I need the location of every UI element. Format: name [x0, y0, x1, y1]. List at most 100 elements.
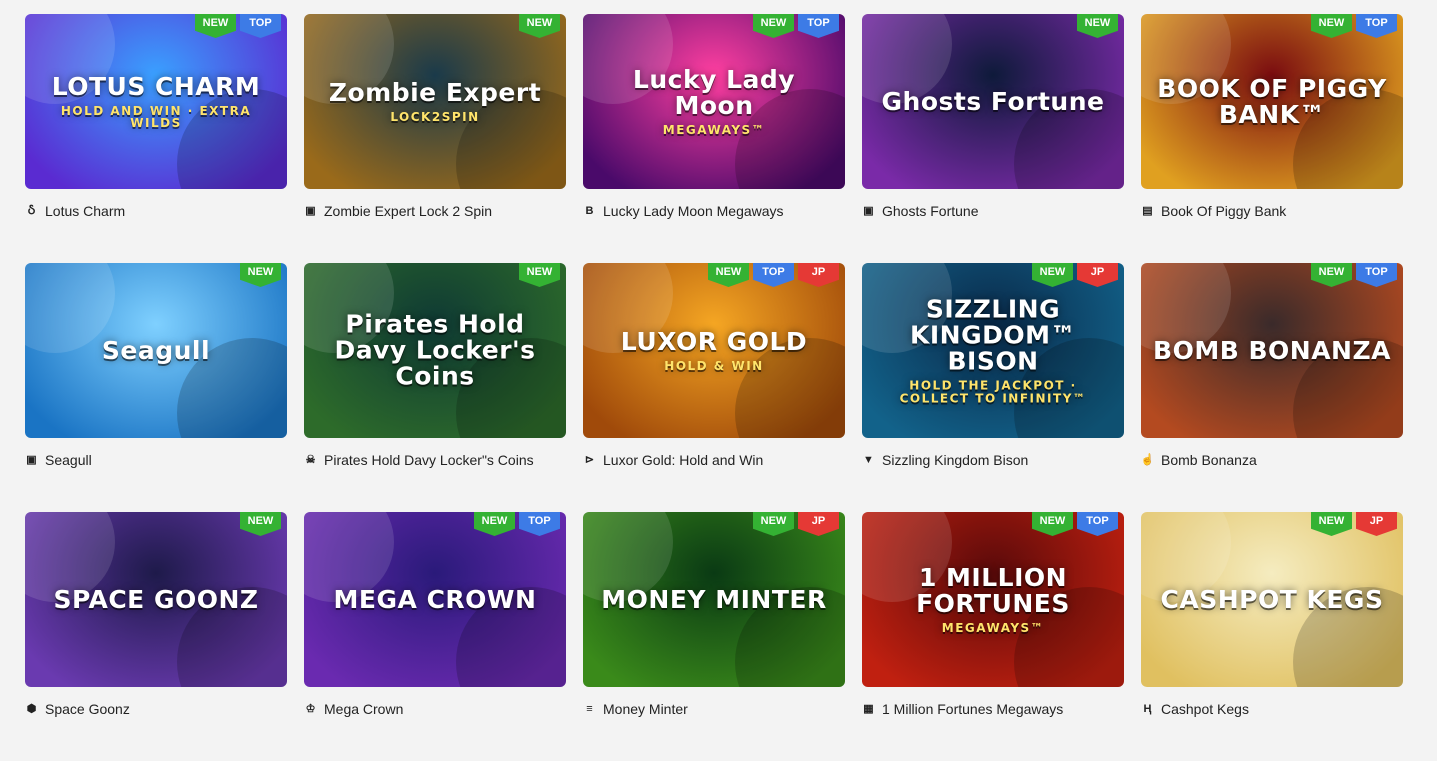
- top-badge: TOP: [519, 512, 560, 536]
- game-thumbnail[interactable]: Lucky Lady Moon MEGAWAYS™ NEW TOP: [583, 14, 845, 189]
- chevron-down-icon: ▼: [863, 453, 874, 466]
- game-art-title-text: CASHPOT KEGS: [1160, 584, 1384, 614]
- new-badge: NEW: [1311, 263, 1352, 287]
- game-name[interactable]: Lucky Lady Moon Megaways: [603, 203, 784, 219]
- game-thumbnail[interactable]: Ghosts Fortune NEW: [862, 14, 1124, 189]
- game-card[interactable]: BOMB BONANZA NEW TOP ☝ Bomb Bonanza: [1141, 263, 1403, 512]
- badge-group: NEW TOP: [195, 14, 281, 38]
- game-art-title-text: BOMB BONANZA: [1153, 335, 1391, 365]
- document-icon: ▤: [1142, 204, 1153, 217]
- jp-badge: JP: [798, 512, 839, 536]
- game-thumbnail[interactable]: CASHPOT KEGS NEW JP: [1141, 512, 1403, 687]
- game-card[interactable]: SPACE GOONZ NEW ⬢ Space Goonz: [25, 512, 287, 761]
- game-art-subtitle: HOLD & WIN: [664, 358, 764, 373]
- game-name[interactable]: Pirates Hold Davy Locker"s Coins: [324, 452, 534, 468]
- game-card[interactable]: LOTUS CHARM HOLD AND WIN · EXTRA WILDS NEW…: [25, 14, 287, 263]
- h-logo-icon: Ⱨ: [1143, 702, 1152, 715]
- game-name[interactable]: 1 Million Fortunes Megaways: [882, 701, 1063, 717]
- badge-group: NEW: [240, 263, 281, 287]
- game-name[interactable]: Ghosts Fortune: [882, 203, 979, 219]
- badge-group: NEW TOP: [474, 512, 560, 536]
- game-thumbnail[interactable]: Seagull NEW: [25, 263, 287, 438]
- game-card[interactable]: MONEY MINTER NEW JP ≡ Money Minter: [583, 512, 845, 761]
- grid-icon: ▦: [863, 702, 874, 715]
- cube-icon: ▣: [305, 204, 316, 217]
- new-badge: NEW: [753, 512, 794, 536]
- badge-group: NEW: [519, 14, 560, 38]
- game-name[interactable]: Money Minter: [603, 701, 688, 717]
- game-thumbnail[interactable]: MONEY MINTER NEW JP: [583, 512, 845, 687]
- game-caption: ♔ Mega Crown: [304, 701, 566, 717]
- game-name[interactable]: Zombie Expert Lock 2 Spin: [324, 203, 492, 219]
- game-art-title-text: MEGA CROWN: [333, 584, 537, 614]
- game-thumbnail[interactable]: Zombie Expert LOCK2SPIN NEW: [304, 14, 566, 189]
- game-name[interactable]: Seagull: [45, 452, 92, 468]
- game-card[interactable]: MEGA CROWN NEW TOP ♔ Mega Crown: [304, 512, 566, 761]
- game-art-title: LUXOR GOLD HOLD & WIN: [583, 328, 845, 373]
- game-card[interactable]: BOOK OF PIGGY BANK™ NEW TOP ▤ Book Of Piggy …: [1141, 14, 1403, 263]
- game-card[interactable]: Lucky Lady Moon MEGAWAYS™ NEW TOP B Lucky Lad…: [583, 14, 845, 263]
- game-card[interactable]: 1 MILLION FORTUNES MEGAWAYS™ NEW TOP ▦ 1 Mill…: [862, 512, 1124, 761]
- game-art-title: Pirates Hold Davy Locker's Coins: [304, 311, 566, 390]
- skull-icon: ☠: [305, 453, 316, 466]
- game-card[interactable]: Pirates Hold Davy Locker's Coins NEW ☠ Pira…: [304, 263, 566, 512]
- game-caption: ☝ Bomb Bonanza: [1141, 452, 1403, 468]
- game-name[interactable]: Mega Crown: [324, 701, 403, 717]
- game-name[interactable]: Luxor Gold: Hold and Win: [603, 452, 763, 468]
- game-name[interactable]: Book Of Piggy Bank: [1161, 203, 1286, 219]
- game-thumbnail[interactable]: SIZZLING KINGDOM™ BISON HOLD THE JACKPOT …: [862, 263, 1124, 438]
- game-name[interactable]: Bomb Bonanza: [1161, 452, 1257, 468]
- top-badge: TOP: [753, 263, 794, 287]
- new-badge: NEW: [1311, 14, 1352, 38]
- game-caption: ▼ Sizzling Kingdom Bison: [862, 452, 1124, 468]
- game-art-title-text: 1 MILLION FORTUNES: [916, 562, 1070, 618]
- crown-icon: ♔: [305, 702, 316, 715]
- game-thumbnail[interactable]: MEGA CROWN NEW TOP: [304, 512, 566, 687]
- game-art-title-text: Ghosts Fortune: [881, 86, 1105, 116]
- game-card[interactable]: SIZZLING KINGDOM™ BISON HOLD THE JACKPOT …: [862, 263, 1124, 512]
- game-art-title-text: Seagull: [101, 335, 211, 365]
- letter-b-icon: B: [585, 204, 594, 217]
- game-art-subtitle: HOLD AND WIN · EXTRA WILDS: [60, 103, 252, 131]
- new-badge: NEW: [753, 14, 794, 38]
- game-card[interactable]: Ghosts Fortune NEW ▣ Ghosts Fortune: [862, 14, 1124, 263]
- game-art-title: CASHPOT KEGS: [1141, 586, 1403, 612]
- game-art-title-text: BOOK OF PIGGY BANK™: [1157, 73, 1387, 129]
- game-art-title-text: Pirates Hold Davy Locker's Coins: [334, 309, 536, 391]
- game-caption: ▣ Ghosts Fortune: [862, 203, 1124, 219]
- game-thumbnail[interactable]: SPACE GOONZ NEW: [25, 512, 287, 687]
- badge-group: NEW: [1077, 14, 1118, 38]
- game-thumbnail[interactable]: LUXOR GOLD HOLD & WIN NEW TOP JP: [583, 263, 845, 438]
- game-thumbnail[interactable]: 1 MILLION FORTUNES MEGAWAYS™ NEW TOP: [862, 512, 1124, 687]
- game-card[interactable]: Zombie Expert LOCK2SPIN NEW ▣ Zombie Expert …: [304, 14, 566, 263]
- game-art-title-text: Zombie Expert: [328, 77, 542, 107]
- game-thumbnail[interactable]: LOTUS CHARM HOLD AND WIN · EXTRA WILDS NEW…: [25, 14, 287, 189]
- new-badge: NEW: [519, 14, 560, 38]
- game-caption: ⊳ Luxor Gold: Hold and Win: [583, 452, 845, 468]
- game-name[interactable]: Lotus Charm: [45, 203, 125, 219]
- game-thumbnail[interactable]: BOOK OF PIGGY BANK™ NEW TOP: [1141, 14, 1403, 189]
- game-thumbnail[interactable]: Pirates Hold Davy Locker's Coins NEW: [304, 263, 566, 438]
- game-name[interactable]: Space Goonz: [45, 701, 130, 717]
- new-badge: NEW: [240, 263, 281, 287]
- game-name[interactable]: Sizzling Kingdom Bison: [882, 452, 1028, 468]
- game-card[interactable]: CASHPOT KEGS NEW JP Ⱨ Cashpot Kegs: [1141, 512, 1403, 761]
- game-card[interactable]: LUXOR GOLD HOLD & WIN NEW TOP JP ⊳ Luxor Gold:…: [583, 263, 845, 512]
- new-badge: NEW: [1032, 512, 1073, 536]
- new-badge: NEW: [240, 512, 281, 536]
- game-caption: ▣ Zombie Expert Lock 2 Spin: [304, 203, 566, 219]
- cube-icon: ▣: [26, 453, 37, 466]
- game-card[interactable]: Seagull NEW ▣ Seagull: [25, 263, 287, 512]
- game-caption: Ⱨ Cashpot Kegs: [1141, 701, 1403, 717]
- badge-group: NEW TOP JP: [708, 263, 839, 287]
- badge-group: NEW TOP: [1311, 263, 1397, 287]
- game-art-title: BOMB BONANZA: [1141, 337, 1403, 363]
- game-thumbnail[interactable]: BOMB BONANZA NEW TOP: [1141, 263, 1403, 438]
- game-art-title: LOTUS CHARM HOLD AND WIN · EXTRA WILDS: [25, 73, 287, 131]
- stripes-icon: ≡: [586, 702, 593, 715]
- jp-badge: JP: [1077, 263, 1118, 287]
- game-name[interactable]: Cashpot Kegs: [1161, 701, 1249, 717]
- new-badge: NEW: [474, 512, 515, 536]
- badge-group: NEW TOP: [753, 14, 839, 38]
- game-art-title: MONEY MINTER: [583, 586, 845, 612]
